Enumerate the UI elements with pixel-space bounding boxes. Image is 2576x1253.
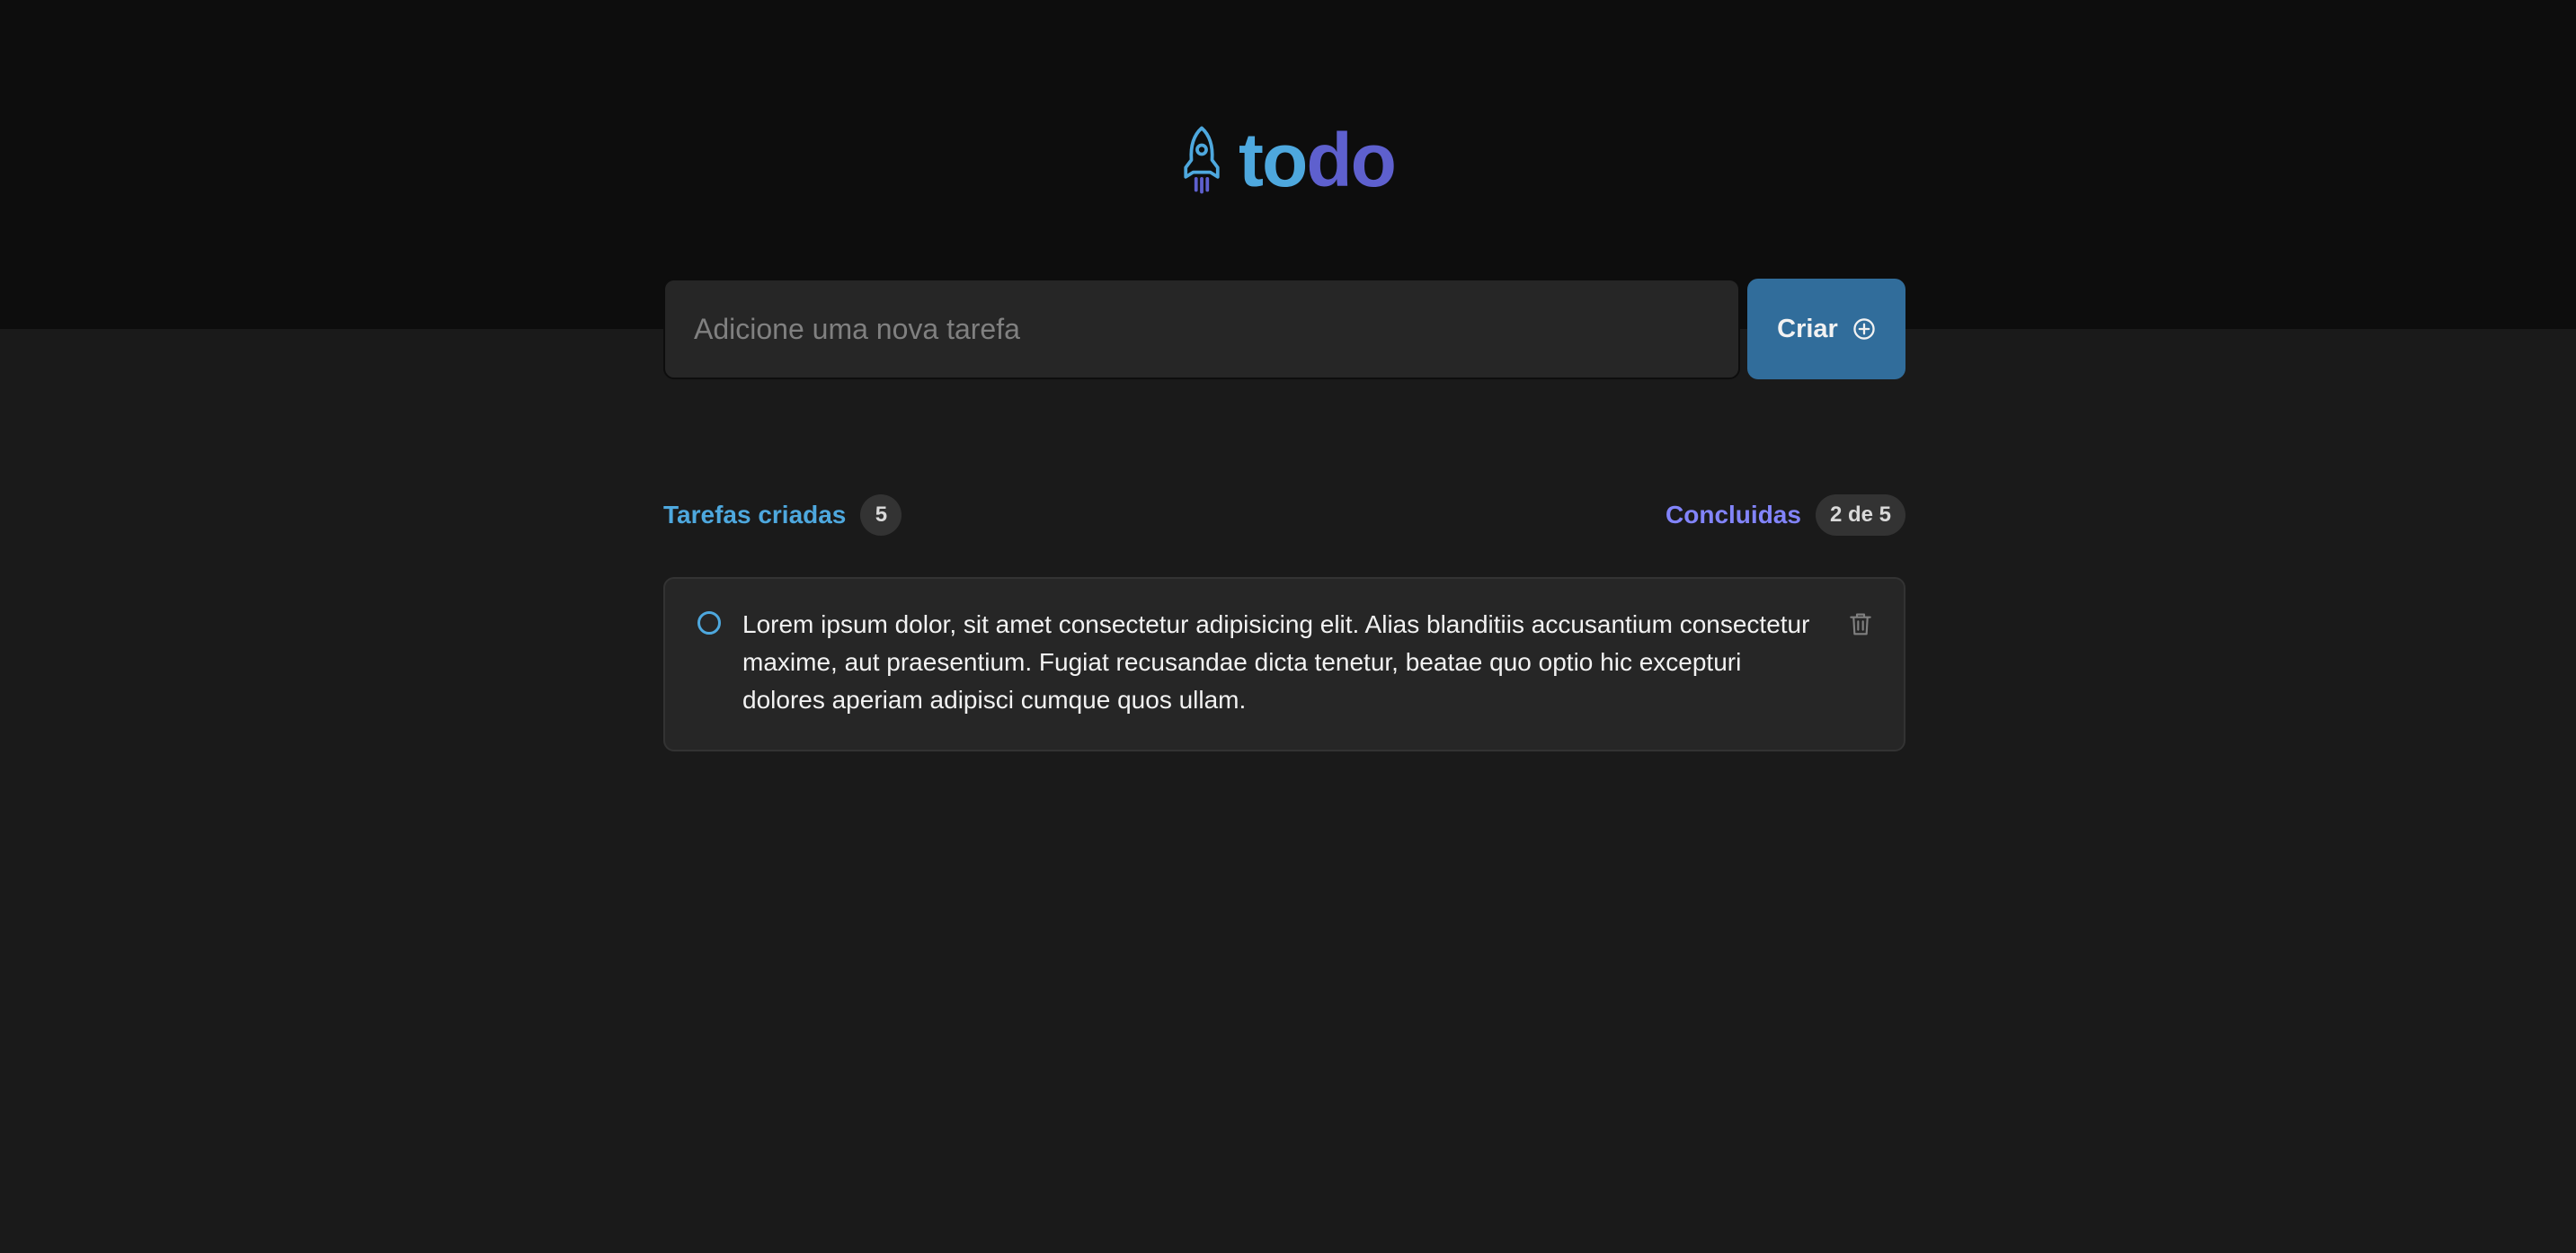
create-task-button[interactable]: Criar	[1747, 279, 1905, 379]
completed-tasks-counter: 2 de 5	[1815, 494, 1905, 536]
created-tasks-counter: 5	[860, 494, 902, 536]
task-text: Lorem ipsum dolor, sit amet consectetur …	[742, 610, 1810, 714]
app-title: todo	[1239, 122, 1397, 198]
created-tasks-info: Tarefas criadas 5	[663, 494, 902, 536]
task-info: Tarefas criadas 5 Concluidas 2 de 5	[663, 494, 1905, 536]
delete-task-button[interactable]	[1846, 609, 1875, 638]
completed-tasks-info: Concluidas 2 de 5	[1666, 494, 1905, 536]
created-tasks-label: Tarefas criadas	[663, 501, 847, 529]
create-task-button-label: Criar	[1777, 314, 1838, 343]
new-task-input[interactable]	[663, 279, 1740, 379]
app-title-part1: to	[1239, 118, 1308, 202]
app-logo: todo	[0, 122, 2576, 198]
app-title-part2: do	[1306, 118, 1397, 202]
task-checkbox[interactable]	[697, 611, 721, 635]
task-item: Lorem ipsum dolor, sit amet consectetur …	[663, 577, 1905, 751]
task-list: Lorem ipsum dolor, sit amet consectetur …	[663, 577, 1905, 751]
new-task-form: Criar	[663, 279, 1905, 379]
trash-icon	[1850, 613, 1871, 635]
plus-circle-icon	[1853, 318, 1875, 340]
rocket-icon	[1184, 126, 1220, 194]
completed-tasks-label: Concluidas	[1666, 501, 1801, 529]
